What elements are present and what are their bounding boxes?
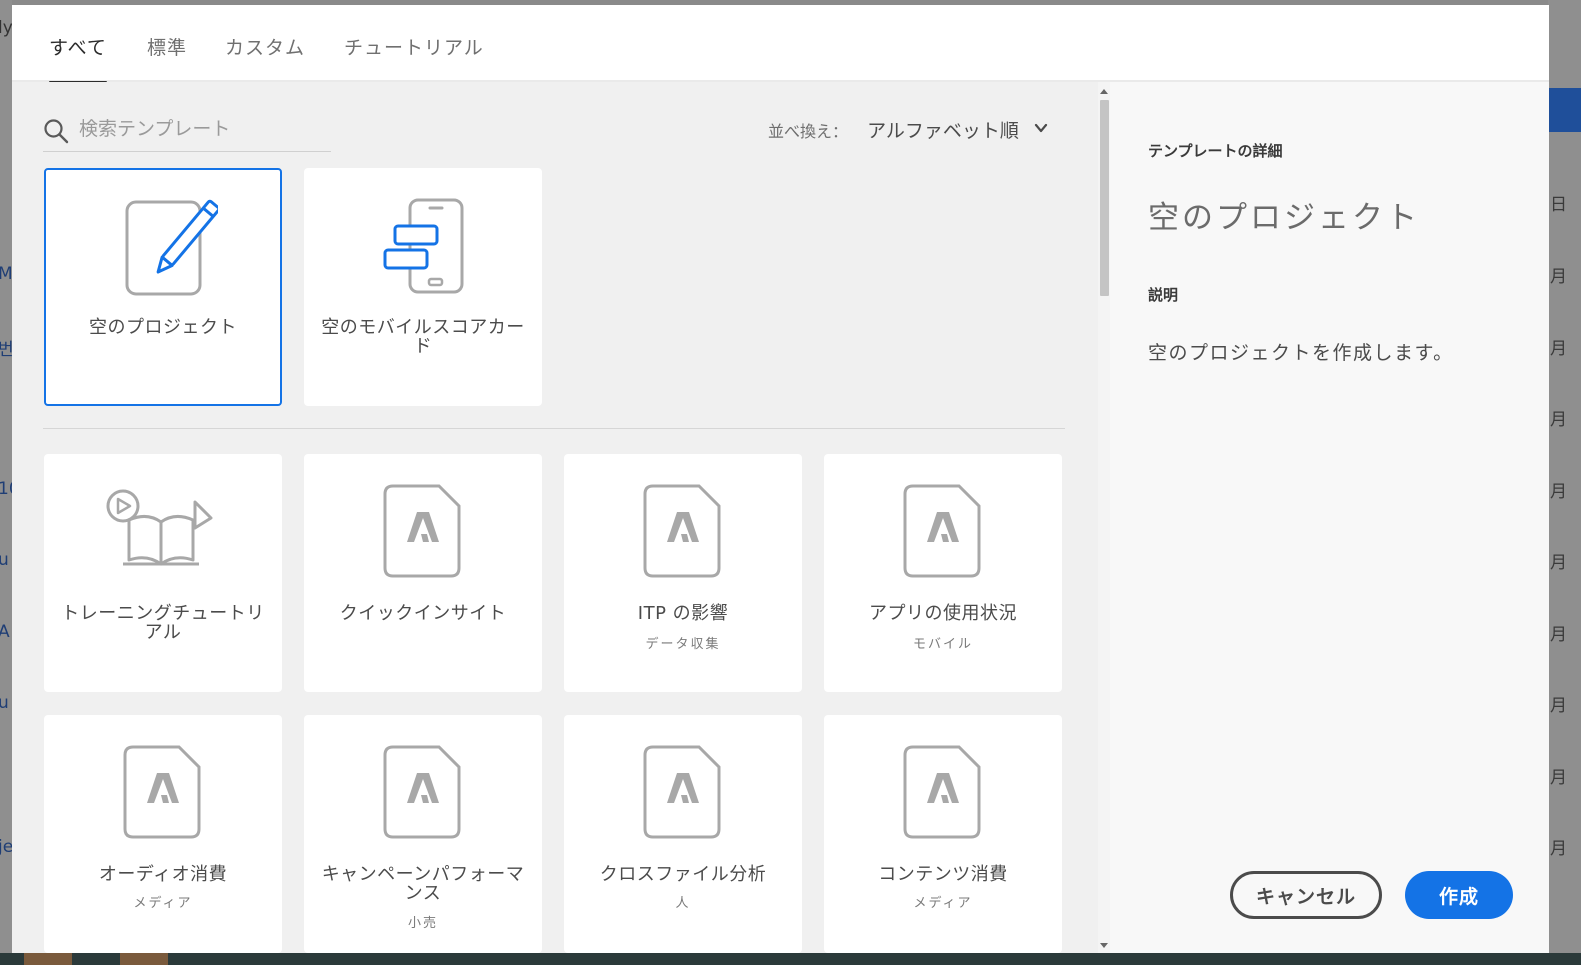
template-title: クイックインサイト bbox=[339, 603, 507, 624]
template-card-training-tutorial[interactable]: トレーニングチュートリアル bbox=[44, 454, 282, 692]
sort-label: 並べ換え： bbox=[768, 122, 849, 141]
template-title: コンテンツ消費 bbox=[878, 864, 1008, 885]
template-category: 小売 bbox=[407, 916, 438, 931]
template-gallery: 並べ換え： アルファベット順 空のプロジェクト bbox=[12, 82, 1098, 953]
template-title: トレーニングチュートリアル bbox=[61, 603, 265, 643]
template-title: ITP の影響 bbox=[637, 603, 729, 624]
template-title: クロスファイル分析 bbox=[599, 864, 767, 885]
scroll-down-arrow-icon[interactable] bbox=[1100, 943, 1108, 948]
tutorial-book-icon bbox=[106, 489, 213, 566]
template-category: メディア bbox=[133, 896, 193, 911]
template-title: 空のモバイルスコアカード bbox=[321, 317, 525, 357]
adobe-document-icon bbox=[903, 484, 981, 578]
template-category: モバイル bbox=[912, 637, 973, 652]
template-card-audio-consumption[interactable]: オーディオ消費 メディア bbox=[44, 715, 282, 953]
template-category: メディア bbox=[913, 896, 973, 911]
cancel-button[interactable]: キャンセル bbox=[1230, 871, 1382, 919]
adobe-document-icon bbox=[643, 484, 721, 578]
sort-value: アルファベット順 bbox=[867, 120, 1019, 142]
template-title: キャンペーンパフォーマンス bbox=[321, 864, 525, 904]
details-title: 空のプロジェクト bbox=[1148, 200, 1420, 236]
template-card-cross-file-analysis[interactable]: クロスファイル分析 人 bbox=[564, 715, 802, 953]
template-card-campaign-performance[interactable]: キャンペーンパフォーマンス 小売 bbox=[304, 715, 542, 953]
template-card-itp-impact[interactable]: ITP の影響 データ収集 bbox=[564, 454, 802, 692]
details-heading: テンプレートの詳細 bbox=[1148, 142, 1283, 160]
adobe-document-icon bbox=[643, 745, 721, 839]
pencil-document-icon bbox=[125, 199, 218, 296]
sort-dropdown[interactable]: 並べ換え： アルファベット順 bbox=[768, 116, 1048, 146]
template-card-quick-insights[interactable]: クイックインサイト bbox=[304, 454, 542, 692]
template-title: オーディオ消費 bbox=[98, 864, 228, 885]
description-text: 空のプロジェクトを作成します。 bbox=[1148, 342, 1454, 364]
search-icon bbox=[44, 119, 69, 144]
template-category: データ収集 bbox=[645, 637, 721, 652]
template-card-app-usage[interactable]: アプリの使用状況 モバイル bbox=[824, 454, 1062, 692]
adobe-document-icon bbox=[903, 745, 981, 839]
template-category: 人 bbox=[675, 896, 691, 911]
background-left-strip: ly MS 번 10 u A u je bbox=[0, 0, 23, 965]
template-details-panel: テンプレートの詳細 空のプロジェクト 説明 空のプロジェクトを作成します。 キャ… bbox=[1110, 82, 1549, 953]
adobe-document-icon bbox=[123, 745, 201, 839]
create-button[interactable]: 作成 bbox=[1405, 871, 1513, 919]
template-card-blank-mobile-scorecard[interactable]: 空のモバイルスコアカード bbox=[304, 168, 542, 406]
tab-custom[interactable]: カスタム bbox=[225, 33, 305, 82]
tab-tutorial[interactable]: チュートリアル bbox=[344, 33, 484, 82]
tab-standard[interactable]: 標準 bbox=[147, 33, 187, 82]
template-card-blank-project[interactable]: 空のプロジェクト bbox=[44, 168, 282, 406]
mobile-scorecard-icon bbox=[383, 198, 464, 294]
gallery-scrollbar[interactable] bbox=[1098, 82, 1110, 953]
scroll-up-arrow-icon[interactable] bbox=[1100, 89, 1108, 94]
template-title: アプリの使用状況 bbox=[869, 603, 1017, 624]
chevron-down-icon bbox=[1034, 123, 1048, 133]
section-divider bbox=[43, 428, 1065, 429]
background-right-strip: 日 月 月 月 月 月 月 月 月 月 bbox=[1548, 0, 1581, 965]
template-dialog: すべて 標準 カスタム チュートリアル 並べ換え： アルファベット順 bbox=[12, 5, 1549, 953]
adobe-document-icon bbox=[383, 484, 461, 578]
tab-bar: すべて 標準 カスタム チュートリアル bbox=[12, 5, 1549, 84]
background-taskbar bbox=[0, 953, 1581, 965]
search-input[interactable] bbox=[79, 114, 329, 144]
scrollbar-thumb[interactable] bbox=[1100, 100, 1109, 296]
description-heading: 説明 bbox=[1148, 286, 1179, 304]
template-title: 空のプロジェクト bbox=[89, 317, 237, 338]
search-box bbox=[43, 108, 331, 152]
tab-all[interactable]: すべて bbox=[49, 33, 107, 84]
template-card-content-consumption[interactable]: コンテンツ消費 メディア bbox=[824, 715, 1062, 953]
adobe-document-icon bbox=[383, 745, 461, 839]
